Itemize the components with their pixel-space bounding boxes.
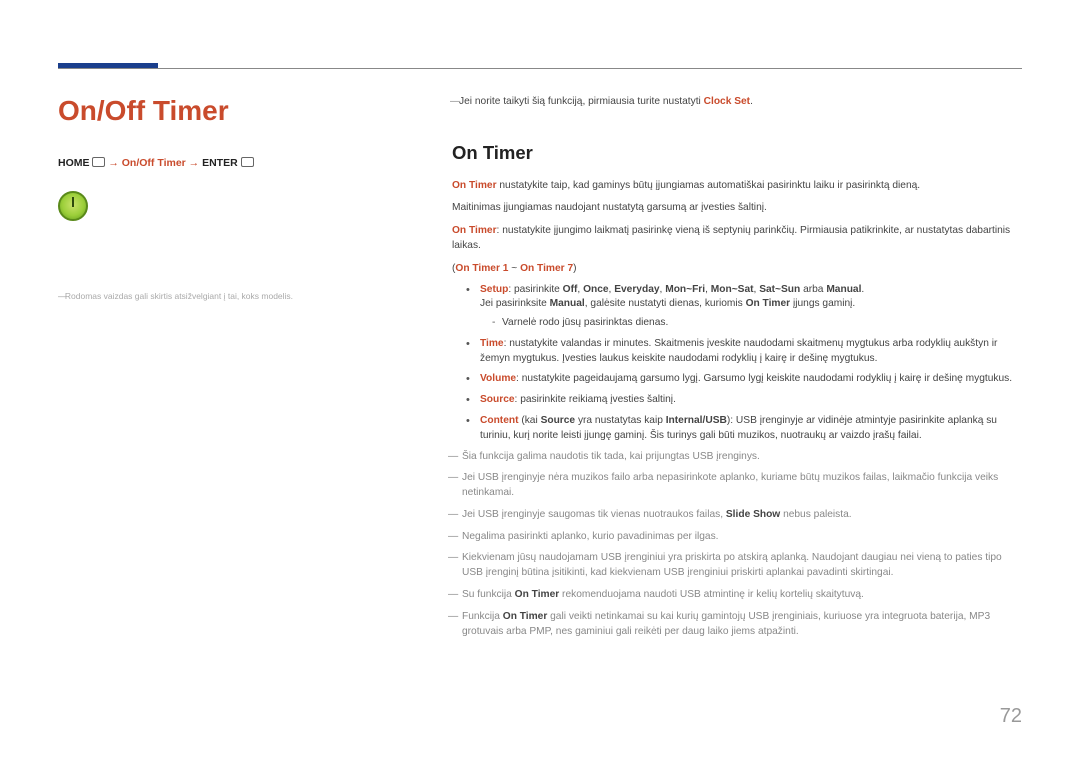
model-disclaimer: Rodomas vaizdas gali skirtis atsižvelgia… bbox=[58, 291, 398, 301]
note-item: Negalima pasirinkti aplanko, kurio pavad… bbox=[452, 530, 1022, 545]
on-timer-1-label: On Timer 1 bbox=[455, 263, 508, 274]
time-label: Time bbox=[480, 338, 504, 349]
text: nebus paleista. bbox=[780, 509, 851, 520]
breadcrumb-enter: ENTER bbox=[202, 157, 238, 169]
opt-off: Off bbox=[563, 284, 578, 295]
text: ) bbox=[573, 263, 576, 274]
clockset-note: Jei norite taikyti šią funkciją, pirmiau… bbox=[452, 95, 1022, 110]
opt-everyday: Everyday bbox=[614, 284, 659, 295]
on-timer-label: On Timer bbox=[746, 298, 791, 309]
text: : pasirinkite reikiamą įvesties šaltinį. bbox=[515, 394, 676, 405]
breadcrumb-arrow: → bbox=[189, 157, 202, 169]
opt-satsun: Sat~Sun bbox=[759, 284, 800, 295]
breadcrumb-onofftimer: On/Off Timer bbox=[122, 157, 186, 169]
text: : nustatykite įjungimo laikmatį pasirink… bbox=[452, 225, 1010, 251]
page-number: 72 bbox=[1000, 705, 1022, 728]
on-timer-7-label: On Timer 7 bbox=[520, 263, 573, 274]
on-timer-label: On Timer bbox=[515, 589, 560, 600]
text: . bbox=[861, 284, 864, 295]
text: Jei norite taikyti šią funkciją, pirmiau… bbox=[459, 96, 704, 107]
opt-once: Once bbox=[583, 284, 608, 295]
text: įjungs gaminį. bbox=[790, 298, 855, 309]
text: nustatykite taip, kad gaminys būtų įjung… bbox=[497, 180, 921, 191]
text: arba bbox=[800, 284, 826, 295]
home-icon bbox=[92, 157, 105, 167]
text: : nustatykite pageidaujamą garsumo lygį.… bbox=[516, 373, 1012, 384]
text: Su funkcija bbox=[462, 589, 515, 600]
on-timer-label: On Timer bbox=[452, 180, 497, 191]
text: Funkcija bbox=[462, 611, 503, 622]
text: : nustatykite valandas ir minutes. Skait… bbox=[480, 338, 997, 364]
text: Jei pasirinksite bbox=[480, 298, 550, 309]
opt-manual: Manual bbox=[826, 284, 861, 295]
breadcrumb: HOME → On/Off Timer → ENTER bbox=[58, 157, 398, 169]
on-timer-label: On Timer bbox=[452, 225, 497, 236]
manual-label: Manual bbox=[550, 298, 585, 309]
right-column: Jei norite taikyti šią funkciją, pirmiau… bbox=[452, 95, 1022, 646]
notes-list: Šia funkcija galima naudotis tik tada, k… bbox=[452, 450, 1022, 640]
clock-set-label: Clock Set bbox=[704, 96, 750, 107]
intro-paragraph: On Timer: nustatykite įjungimo laikmatį … bbox=[452, 224, 1022, 254]
text: . bbox=[750, 96, 753, 107]
note-item: Su funkcija On Timer rekomenduojama naud… bbox=[452, 588, 1022, 603]
enter-icon bbox=[241, 157, 254, 167]
setup-label: Setup bbox=[480, 284, 508, 295]
text: ~ bbox=[508, 263, 520, 274]
content-label: Content bbox=[480, 415, 518, 426]
text: (kai bbox=[518, 415, 540, 426]
text: : pasirinkite bbox=[508, 284, 562, 295]
note-item: Funkcija On Timer gali veikti netinkamai… bbox=[452, 610, 1022, 640]
text: , galėsite nustatyti dienas, kuriomis bbox=[585, 298, 746, 309]
source-label: Source bbox=[480, 394, 515, 405]
text: yra nustatytas kaip bbox=[575, 415, 666, 426]
source-item: Source: pasirinkite reikiamą įvesties ša… bbox=[470, 393, 1022, 408]
text: Jei USB įrenginyje saugomas tik vienas n… bbox=[462, 509, 726, 520]
content-item: Content (kai Source yra nustatytas kaip … bbox=[470, 414, 1022, 444]
page-title: On/Off Timer bbox=[58, 95, 398, 127]
intro-paragraph: Maitinimas įjungiamas naudojant nustatyt… bbox=[452, 201, 1022, 216]
left-column: On/Off Timer HOME → On/Off Timer → ENTER… bbox=[58, 95, 398, 301]
breadcrumb-arrow: → bbox=[108, 157, 121, 169]
note-item: Jei USB įrenginyje nėra muzikos failo ar… bbox=[452, 471, 1022, 501]
slideshow-label: Slide Show bbox=[726, 509, 780, 520]
horizontal-rule bbox=[58, 68, 1022, 69]
setup-item: Setup: pasirinkite Off, Once, Everyday, … bbox=[470, 283, 1022, 331]
option-list: Setup: pasirinkite Off, Once, Everyday, … bbox=[470, 283, 1022, 444]
volume-item: Volume: nustatykite pageidaujamą garsumo… bbox=[470, 372, 1022, 387]
opt-monfri: Mon~Fri bbox=[665, 284, 705, 295]
internal-usb-label: Internal/USB bbox=[666, 415, 727, 426]
opt-monsat: Mon~Sat bbox=[711, 284, 754, 295]
note-item: Kiekvienam jūsų naudojamam USB įrenginiu… bbox=[452, 551, 1022, 581]
note-item: Jei USB įrenginyje saugomas tik vienas n… bbox=[452, 508, 1022, 523]
breadcrumb-home: HOME bbox=[58, 157, 90, 169]
volume-label: Volume bbox=[480, 373, 516, 384]
time-item: Time: nustatykite valandas ir minutes. S… bbox=[470, 337, 1022, 367]
text: rekomenduojama naudoti USB atmintinę ir … bbox=[559, 589, 864, 600]
timer-dial-icon bbox=[58, 191, 88, 221]
timer-range: (On Timer 1 ~ On Timer 7) bbox=[452, 262, 1022, 277]
source-label: Source bbox=[541, 415, 576, 426]
sub-note: Varnelė rodo jūsų pasirinktas dienas. bbox=[492, 316, 1022, 331]
section-heading: On Timer bbox=[452, 140, 1022, 167]
note-item: Šia funkcija galima naudotis tik tada, k… bbox=[452, 450, 1022, 465]
intro-paragraph: On Timer nustatykite taip, kad gaminys b… bbox=[452, 179, 1022, 194]
on-timer-label: On Timer bbox=[503, 611, 548, 622]
